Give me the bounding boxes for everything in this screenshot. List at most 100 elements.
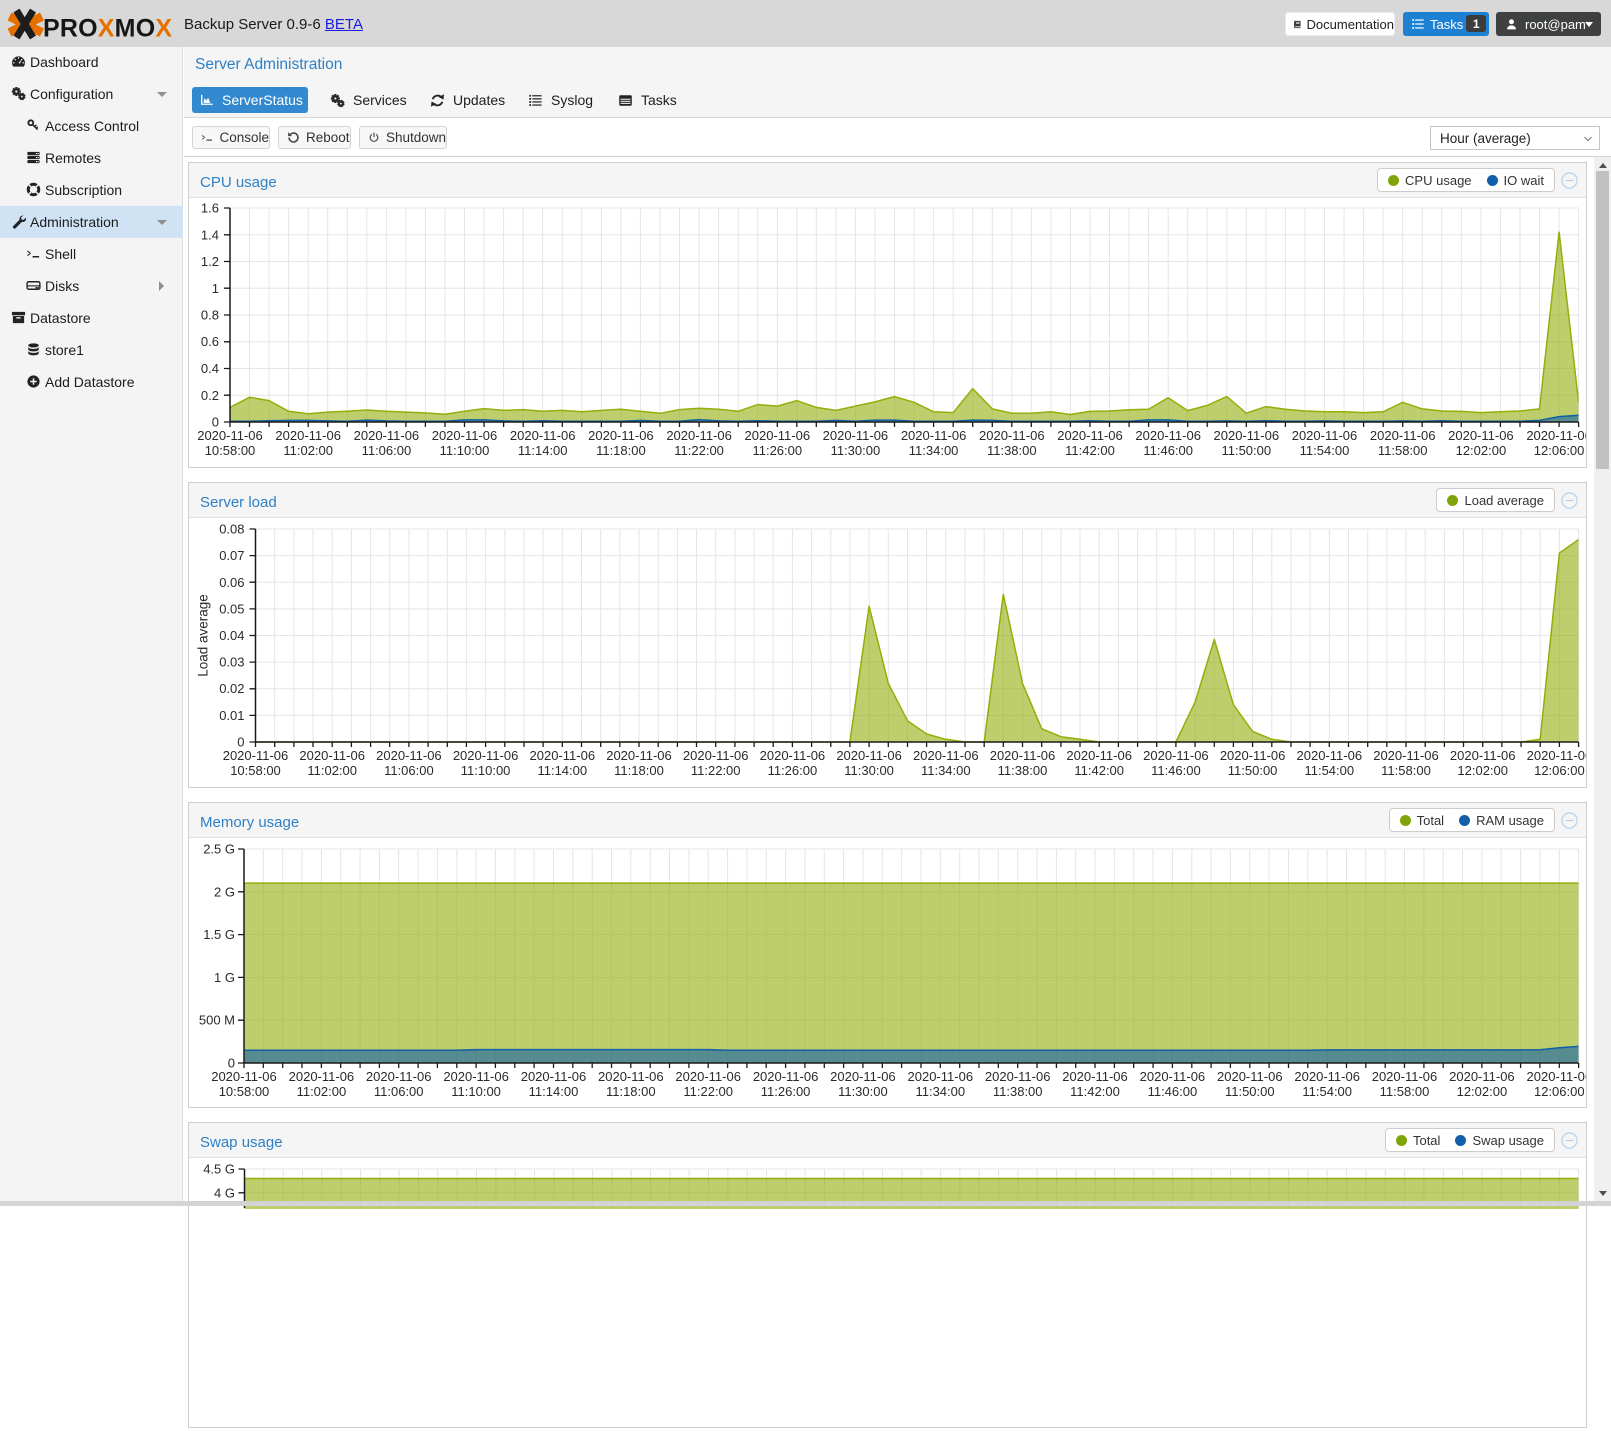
svg-text:11:10:00: 11:10:00 bbox=[461, 763, 511, 778]
svg-text:11:26:00: 11:26:00 bbox=[761, 1084, 811, 1099]
svg-text:0.01: 0.01 bbox=[219, 708, 244, 723]
svg-text:2020-11-06: 2020-11-06 bbox=[1057, 428, 1123, 443]
svg-text:2020-11-06: 2020-11-06 bbox=[1294, 1069, 1360, 1084]
svg-text:11:46:00: 11:46:00 bbox=[1143, 443, 1193, 458]
svg-text:11:26:00: 11:26:00 bbox=[752, 443, 802, 458]
svg-text:2020-11-06: 2020-11-06 bbox=[901, 428, 967, 443]
svg-text:1.6: 1.6 bbox=[201, 201, 219, 216]
svg-text:2020-11-06: 2020-11-06 bbox=[908, 1069, 974, 1084]
svg-text:1.5 G: 1.5 G bbox=[203, 927, 235, 942]
svg-text:2020-11-06: 2020-11-06 bbox=[1066, 748, 1132, 763]
svg-text:11:02:00: 11:02:00 bbox=[297, 1084, 347, 1099]
svg-text:11:34:00: 11:34:00 bbox=[921, 763, 971, 778]
svg-text:2020-11-06: 2020-11-06 bbox=[683, 748, 749, 763]
svg-text:1: 1 bbox=[212, 281, 219, 296]
svg-text:11:14:00: 11:14:00 bbox=[518, 443, 568, 458]
svg-text:2020-11-06: 2020-11-06 bbox=[675, 1069, 741, 1084]
svg-text:2020-11-06: 2020-11-06 bbox=[753, 1069, 819, 1084]
svg-text:11:50:00: 11:50:00 bbox=[1221, 443, 1271, 458]
svg-text:12:06:00: 12:06:00 bbox=[1534, 443, 1585, 458]
svg-text:11:38:00: 11:38:00 bbox=[987, 443, 1037, 458]
svg-text:11:42:00: 11:42:00 bbox=[1070, 1084, 1120, 1099]
svg-text:11:30:00: 11:30:00 bbox=[838, 1084, 888, 1099]
svg-text:11:34:00: 11:34:00 bbox=[915, 1084, 965, 1099]
svg-text:11:10:00: 11:10:00 bbox=[451, 1084, 501, 1099]
svg-text:2020-11-06: 2020-11-06 bbox=[1372, 1069, 1438, 1084]
svg-text:2020-11-06: 2020-11-06 bbox=[432, 428, 498, 443]
svg-text:2020-11-06: 2020-11-06 bbox=[530, 748, 596, 763]
svg-text:1.2: 1.2 bbox=[201, 254, 219, 269]
svg-text:1.4: 1.4 bbox=[201, 227, 219, 242]
svg-text:2020-11-06: 2020-11-06 bbox=[760, 748, 826, 763]
svg-text:11:22:00: 11:22:00 bbox=[691, 763, 741, 778]
svg-text:Load average: Load average bbox=[196, 594, 211, 677]
svg-text:11:14:00: 11:14:00 bbox=[529, 1084, 579, 1099]
svg-text:11:34:00: 11:34:00 bbox=[909, 443, 959, 458]
svg-text:2020-11-06: 2020-11-06 bbox=[223, 748, 289, 763]
svg-text:2020-11-06: 2020-11-06 bbox=[1143, 748, 1209, 763]
svg-text:2020-11-06: 2020-11-06 bbox=[985, 1069, 1051, 1084]
svg-text:2.5 G: 2.5 G bbox=[203, 842, 235, 857]
svg-text:11:54:00: 11:54:00 bbox=[1300, 443, 1350, 458]
svg-text:0.2: 0.2 bbox=[201, 388, 219, 403]
svg-text:10:58:00: 10:58:00 bbox=[205, 443, 256, 458]
svg-text:0.03: 0.03 bbox=[219, 655, 244, 670]
svg-text:2020-11-06: 2020-11-06 bbox=[990, 748, 1056, 763]
svg-text:11:06:00: 11:06:00 bbox=[362, 443, 412, 458]
svg-text:11:58:00: 11:58:00 bbox=[1380, 1084, 1430, 1099]
svg-text:2020-11-06: 2020-11-06 bbox=[1370, 428, 1436, 443]
svg-text:2020-11-06: 2020-11-06 bbox=[376, 748, 442, 763]
svg-text:11:30:00: 11:30:00 bbox=[831, 443, 881, 458]
svg-text:2020-11-06: 2020-11-06 bbox=[606, 748, 672, 763]
svg-text:0.6: 0.6 bbox=[201, 334, 219, 349]
svg-text:2020-11-06: 2020-11-06 bbox=[1062, 1069, 1128, 1084]
svg-text:2020-11-06: 2020-11-06 bbox=[979, 428, 1045, 443]
svg-text:0.05: 0.05 bbox=[219, 601, 244, 616]
svg-text:0.04: 0.04 bbox=[219, 628, 244, 643]
svg-text:2020-11-06: 2020-11-06 bbox=[913, 748, 979, 763]
svg-text:11:06:00: 11:06:00 bbox=[384, 763, 434, 778]
svg-text:0.02: 0.02 bbox=[219, 681, 244, 696]
svg-text:0.8: 0.8 bbox=[201, 308, 219, 323]
svg-text:2020-11-06: 2020-11-06 bbox=[1220, 748, 1286, 763]
svg-text:11:46:00: 11:46:00 bbox=[1148, 1084, 1198, 1099]
svg-text:11:14:00: 11:14:00 bbox=[537, 763, 587, 778]
svg-text:11:18:00: 11:18:00 bbox=[606, 1084, 656, 1099]
svg-text:11:38:00: 11:38:00 bbox=[993, 1084, 1043, 1099]
svg-text:2020-11-06: 2020-11-06 bbox=[1214, 428, 1280, 443]
svg-text:11:18:00: 11:18:00 bbox=[614, 763, 664, 778]
svg-text:11:46:00: 11:46:00 bbox=[1151, 763, 1201, 778]
svg-text:0.06: 0.06 bbox=[219, 575, 244, 590]
svg-text:0.4: 0.4 bbox=[201, 361, 219, 376]
svg-text:11:54:00: 11:54:00 bbox=[1304, 763, 1354, 778]
svg-text:2020-11-06: 2020-11-06 bbox=[453, 748, 519, 763]
svg-text:11:54:00: 11:54:00 bbox=[1302, 1084, 1352, 1099]
svg-text:4.5 G: 4.5 G bbox=[203, 1162, 235, 1177]
svg-text:0.07: 0.07 bbox=[219, 548, 244, 563]
svg-text:2 G: 2 G bbox=[214, 884, 235, 899]
svg-text:2020-11-06: 2020-11-06 bbox=[588, 428, 654, 443]
svg-text:2020-11-06: 2020-11-06 bbox=[1292, 428, 1358, 443]
svg-text:11:42:00: 11:42:00 bbox=[1074, 763, 1124, 778]
svg-text:1 G: 1 G bbox=[214, 970, 235, 985]
svg-text:12:06:00: 12:06:00 bbox=[1534, 1084, 1585, 1099]
svg-text:2020-11-06: 2020-11-06 bbox=[197, 428, 263, 443]
svg-text:2020-11-06: 2020-11-06 bbox=[1450, 748, 1516, 763]
svg-text:2020-11-06: 2020-11-06 bbox=[1449, 1069, 1515, 1084]
svg-text:2020-11-06: 2020-11-06 bbox=[598, 1069, 664, 1084]
svg-text:2020-11-06: 2020-11-06 bbox=[1448, 428, 1514, 443]
svg-text:2020-11-06: 2020-11-06 bbox=[1526, 428, 1586, 443]
svg-text:2020-11-06: 2020-11-06 bbox=[1297, 748, 1363, 763]
svg-text:11:06:00: 11:06:00 bbox=[374, 1084, 424, 1099]
svg-text:11:10:00: 11:10:00 bbox=[440, 443, 490, 458]
svg-text:2020-11-06: 2020-11-06 bbox=[1140, 1069, 1206, 1084]
svg-text:2020-11-06: 2020-11-06 bbox=[823, 428, 889, 443]
svg-text:2020-11-06: 2020-11-06 bbox=[666, 428, 732, 443]
svg-text:2020-11-06: 2020-11-06 bbox=[521, 1069, 587, 1084]
svg-text:10:58:00: 10:58:00 bbox=[219, 1084, 270, 1099]
svg-text:11:22:00: 11:22:00 bbox=[683, 1084, 733, 1099]
svg-text:11:18:00: 11:18:00 bbox=[596, 443, 646, 458]
svg-text:2020-11-06: 2020-11-06 bbox=[275, 428, 341, 443]
svg-text:2020-11-06: 2020-11-06 bbox=[745, 428, 811, 443]
svg-text:12:06:00: 12:06:00 bbox=[1534, 763, 1585, 778]
